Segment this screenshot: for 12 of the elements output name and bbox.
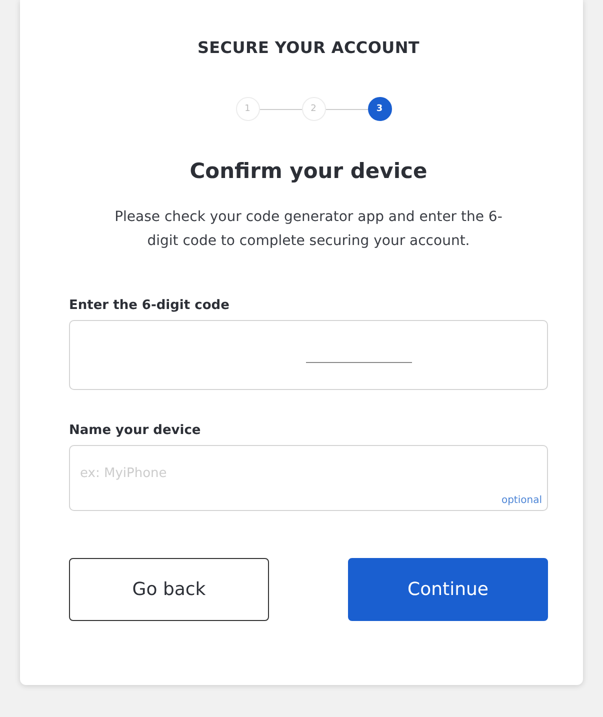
heading: Confirm your device: [188, 159, 428, 183]
field-label: Enter the 6-digit code: [69, 298, 230, 313]
field-label: Name your device: [69, 423, 202, 438]
page-title: SECURE YOUR ACCOUNT: [196, 38, 421, 57]
step-indicator: 3: [368, 97, 392, 121]
optional-hint: optional: [501, 495, 542, 506]
step-indicator: 2: [302, 97, 326, 121]
description: Please check your code generator app and enter the 6-digit code to complete securing your account.: [114, 208, 503, 251]
step-indicator: 1: [236, 97, 260, 121]
back-button[interactable]: Go back: [69, 558, 269, 621]
continue-button[interactable]: Continue: [348, 558, 548, 621]
code-field[interactable]: [69, 320, 548, 390]
